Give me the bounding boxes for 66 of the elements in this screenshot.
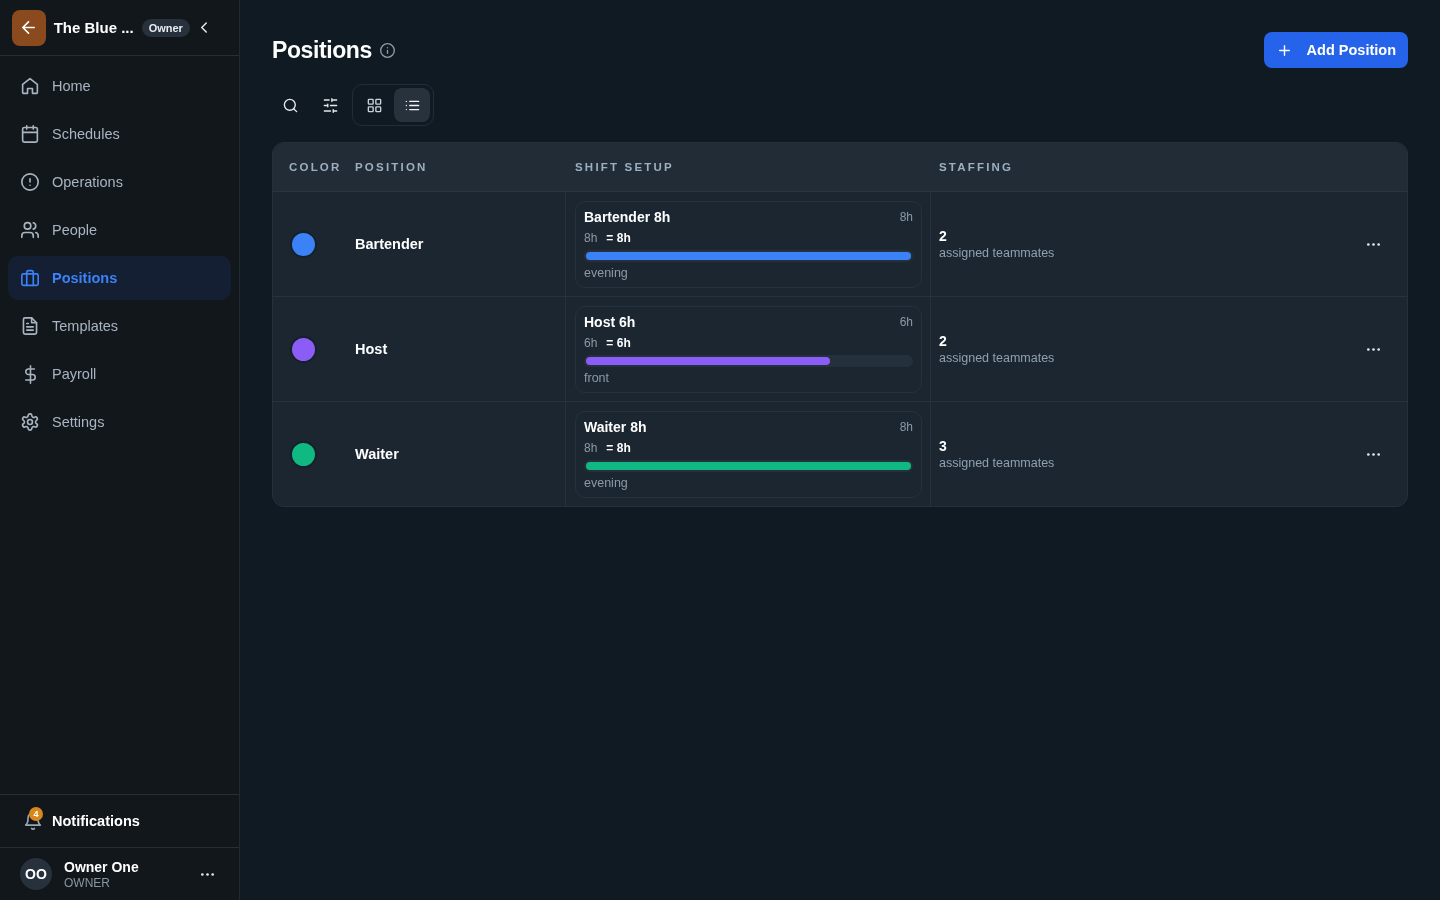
sidebar-nav-item[interactable]: Payroll — [8, 352, 231, 396]
alert-circle-icon — [21, 173, 39, 191]
user-name: Owner One — [64, 858, 139, 875]
column-header: SHIFT SETUP — [575, 161, 674, 173]
sidebar-nav-item[interactable]: Templates — [8, 304, 231, 348]
shift-title: Bartender 8h — [584, 209, 671, 225]
more-icon — [200, 872, 214, 876]
search-icon — [282, 97, 298, 113]
view-toggle-button[interactable] — [394, 88, 430, 122]
page-title: Positions — [272, 36, 372, 64]
staff-count: 2 — [939, 228, 947, 244]
column-header: POSITION — [355, 161, 428, 173]
briefcase-icon — [21, 269, 39, 287]
staff-count: 3 — [939, 438, 947, 454]
sidebar-nav-item[interactable]: Schedules — [8, 112, 231, 156]
calendar-icon — [21, 125, 39, 143]
document-icon — [21, 317, 39, 335]
back-button[interactable] — [12, 9, 46, 46]
shift-tag: evening — [584, 265, 628, 281]
plus-icon — [1278, 44, 1290, 56]
settings-icon — [21, 413, 39, 431]
sidebar-nav-item[interactable]: People — [8, 208, 231, 252]
shift-tag: front — [584, 370, 609, 386]
shift-breakdown: 8h — [584, 441, 598, 455]
info-icon — [379, 42, 395, 58]
notifications-button[interactable]: 4 Notifications — [0, 794, 239, 847]
add-position-button[interactable]: Add Position — [1263, 32, 1408, 68]
position-name: Waiter — [355, 446, 399, 462]
position-name: Bartender — [355, 236, 424, 252]
shift-total: = 8h — [606, 231, 631, 245]
position-name: Host — [355, 341, 388, 357]
grid-view-icon — [366, 97, 382, 113]
sliders-icon — [322, 97, 338, 113]
staff-label: assigned teammates — [939, 456, 1055, 470]
more-icon — [1366, 347, 1380, 351]
column-header: STAFFING — [939, 161, 1014, 173]
shift-duration: 8h — [899, 210, 913, 224]
notification-count: 4 — [29, 807, 43, 821]
shift-duration: 8h — [899, 420, 913, 434]
sidebar-nav-item[interactable]: Home — [8, 64, 231, 108]
dollar-icon — [24, 364, 36, 384]
shift-breakdown: 8h — [584, 231, 598, 245]
shift-title: Host 6h — [584, 314, 636, 330]
people-icon — [21, 221, 39, 239]
chevron-left-icon — [201, 22, 208, 33]
shift-tag: evening — [584, 475, 628, 491]
more-icon — [1366, 452, 1380, 456]
user-role: OWNER — [64, 875, 110, 890]
sidebar-nav-item[interactable]: Positions — [8, 256, 231, 300]
staff-label: assigned teammates — [939, 351, 1055, 365]
shift-total: = 6h — [606, 336, 631, 350]
shift-title: Waiter 8h — [584, 419, 647, 435]
shift-total: = 8h — [606, 441, 631, 455]
staff-label: assigned teammates — [939, 246, 1055, 260]
shift-duration: 6h — [899, 315, 913, 329]
sidebar-nav-item[interactable]: Operations — [8, 160, 231, 204]
arrow-left-icon — [22, 21, 36, 34]
sidebar-nav-item[interactable]: Settings — [8, 400, 231, 444]
home-icon — [21, 77, 39, 95]
user-avatar: OO — [20, 858, 52, 890]
staff-count: 2 — [939, 333, 947, 349]
column-header: COLOR — [289, 161, 342, 173]
workspace-name: The Blue ... — [53, 19, 134, 36]
more-icon — [1366, 242, 1380, 246]
role-badge: Owner — [141, 18, 190, 37]
shift-breakdown: 6h — [584, 336, 598, 350]
